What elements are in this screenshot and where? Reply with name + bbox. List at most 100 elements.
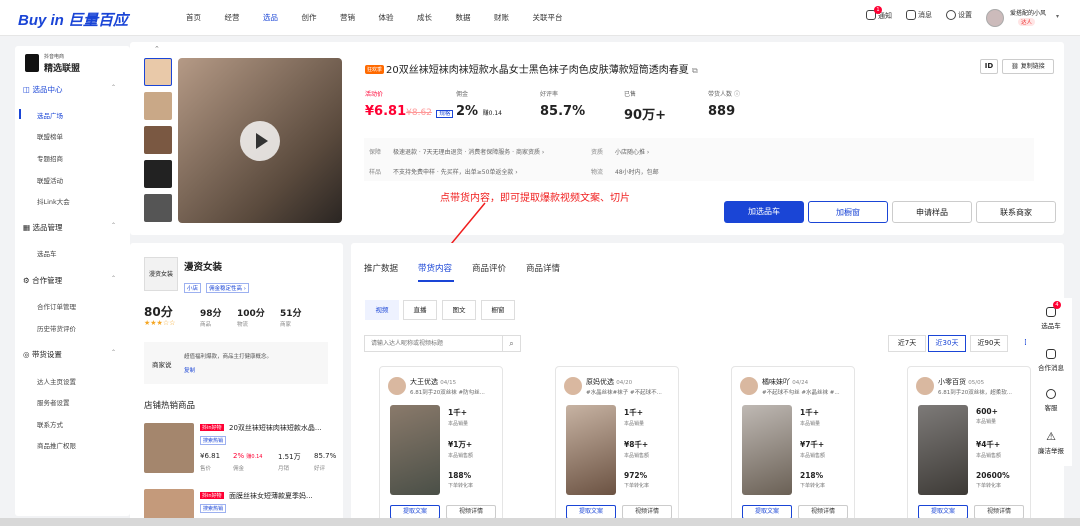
extract-copy-button[interactable]: 提取文案: [566, 505, 616, 519]
thumbnail[interactable]: [144, 194, 172, 222]
sidebar-item-service-settings[interactable]: 服务者设置: [37, 397, 70, 407]
logo[interactable]: Buy in 巨量百应: [18, 9, 128, 30]
subtab-video[interactable]: 视频: [365, 300, 399, 320]
tab-product-details[interactable]: 商品详情: [526, 262, 560, 274]
chevron-up-icon[interactable]: ⌃: [111, 275, 116, 282]
sidebar-item-promotion-permission[interactable]: 商品推广权限: [37, 440, 76, 450]
creator-name[interactable]: 原妈优选: [586, 378, 614, 386]
add-to-cart-button[interactable]: 加选品车: [724, 201, 804, 223]
tab-selling-content[interactable]: 带货内容: [418, 262, 452, 274]
nav-item-platforms[interactable]: 关联平台: [533, 0, 572, 36]
sample-text[interactable]: 不支持免费申样 · 先买样，出单≥50单返全款 ›: [393, 167, 518, 176]
creator-name[interactable]: 橘味妹吖: [762, 378, 790, 386]
product-video[interactable]: [178, 58, 342, 223]
rail-cooperation-messages[interactable]: 合作消息: [1035, 349, 1067, 372]
range-30d[interactable]: 近30天: [928, 335, 966, 352]
shop-tag[interactable]: 佣金稳定性高 ›: [206, 283, 249, 293]
qualification-text[interactable]: 小店随心推 ›: [615, 147, 649, 156]
avatar[interactable]: [916, 377, 934, 395]
thumbnail[interactable]: [144, 92, 172, 120]
avatar[interactable]: [740, 377, 758, 395]
video-details-button[interactable]: 视频详情: [622, 505, 672, 519]
subtab-window[interactable]: 橱窗: [481, 300, 515, 320]
chevron-up-icon[interactable]: ⌃: [111, 84, 116, 91]
avatar[interactable]: [564, 377, 582, 395]
hot-product-image[interactable]: [144, 423, 194, 473]
video-details-button[interactable]: 视频详情: [798, 505, 848, 519]
request-sample-button[interactable]: 申请样品: [892, 201, 972, 223]
nav-item-growth[interactable]: 成长: [417, 0, 456, 36]
sidebar-item-rankings[interactable]: 联盟榜单: [37, 131, 63, 141]
extract-copy-button[interactable]: 提取文案: [918, 505, 968, 519]
shop-name[interactable]: 漫资女装: [184, 259, 222, 273]
video-card[interactable]: 大王优选 04/15 6.81到手20双丝袜 #防勾丝... 1千+ 本品销量 ¥…: [379, 366, 503, 526]
guarantee-text[interactable]: 极速退款 · 7天无理由退货 · 消费者保障服务 · 商家资质 ›: [393, 147, 544, 156]
nav-item-business[interactable]: 经营: [225, 0, 264, 36]
play-icon[interactable]: [240, 121, 280, 161]
contact-merchant-button[interactable]: 联系商家: [976, 201, 1056, 223]
copy-link-button[interactable]: ⛓ 复制链接: [1002, 59, 1054, 74]
search-icon[interactable]: ⌕: [502, 336, 520, 351]
sidebar-group-settings[interactable]: ◎ 带货设置: [23, 349, 62, 360]
sidebar-item-activities[interactable]: 联盟活动: [37, 175, 63, 185]
id-button[interactable]: ID: [980, 59, 998, 74]
copy-link[interactable]: 复制: [184, 366, 195, 374]
nav-item-finance[interactable]: 财账: [494, 0, 533, 36]
thumbnail[interactable]: [144, 160, 172, 188]
thumbnail[interactable]: [144, 58, 172, 86]
rail-selection-cart[interactable]: 选品车 4: [1035, 301, 1067, 330]
notify-button[interactable]: 1 通知: [866, 6, 892, 22]
sidebar-group-cooperation[interactable]: ⚙ 合作管理: [23, 275, 62, 286]
creator-name[interactable]: 大王优选: [410, 378, 438, 386]
video-thumbnail[interactable]: [742, 405, 792, 495]
video-thumbnail[interactable]: [566, 405, 616, 495]
thumb-scroll-up-icon[interactable]: ⌃: [154, 45, 160, 53]
search-input[interactable]: [365, 336, 501, 351]
tab-product-reviews[interactable]: 商品评价: [472, 262, 506, 274]
thumbnail[interactable]: [144, 126, 172, 154]
sidebar-group-selection-manage[interactable]: ▦ 选品管理: [23, 222, 62, 233]
nav-item-create[interactable]: 创作: [302, 0, 341, 36]
sidebar-item-profile-settings[interactable]: 达人主页设置: [37, 376, 76, 386]
grid-view-icon[interactable]: ⁞: [1024, 338, 1027, 348]
sidebar-item-orders[interactable]: 合作订单管理: [37, 301, 76, 311]
sidebar-item-topics[interactable]: 专题招商: [37, 153, 63, 163]
sidebar-item-history-reviews[interactable]: 历史带货评价: [37, 323, 76, 333]
rail-integrity-report[interactable]: ⚠ 廉洁举报: [1035, 431, 1067, 456]
price-info-tag[interactable]: 规格: [436, 110, 454, 118]
extract-copy-button[interactable]: 提取文案: [390, 505, 440, 519]
avatar[interactable]: [388, 377, 406, 395]
video-card[interactable]: 原妈优选 04/20 #水晶丝袜#袜子 #不起球不... 1千+ 本品销量 ¥8千…: [555, 366, 679, 526]
copy-icon[interactable]: ⧉: [692, 66, 698, 75]
user-name[interactable]: 爱搭配的小风: [1010, 8, 1046, 17]
rail-customer-service[interactable]: 客服: [1035, 389, 1067, 412]
hot-product-title[interactable]: 面膜丝袜女短薄款夏季妈...: [229, 491, 313, 501]
video-thumbnail[interactable]: [390, 405, 440, 495]
chevron-up-icon[interactable]: ⌃: [111, 349, 116, 356]
sidebar-group-selection-center[interactable]: ◫ 选品中心: [23, 84, 62, 95]
settings-button[interactable]: 设置: [946, 10, 972, 20]
sidebar-item-selection-square[interactable]: 选品广场: [37, 110, 63, 120]
video-thumbnail[interactable]: [918, 405, 968, 495]
nav-item-experience[interactable]: 体验: [379, 0, 418, 36]
sidebar-item-selection-cart[interactable]: 选品车: [37, 248, 57, 258]
nav-item-selection[interactable]: 选品: [263, 0, 302, 36]
subtab-live[interactable]: 直播: [403, 300, 437, 320]
range-90d[interactable]: 近90天: [970, 335, 1008, 352]
tab-promotion-data[interactable]: 推广数据: [364, 262, 398, 274]
add-to-window-button[interactable]: 加橱窗: [808, 201, 888, 223]
hot-product-title[interactable]: 20双丝袜短袜肉袜短款水晶...: [229, 423, 322, 433]
chevron-down-icon[interactable]: ▾: [1056, 13, 1059, 20]
chevron-up-icon[interactable]: ⌃: [111, 222, 116, 229]
avatar[interactable]: [986, 9, 1004, 27]
nav-item-home[interactable]: 首页: [186, 0, 225, 36]
video-card[interactable]: 小零百货 05/05 6.81到手20双丝袜，超柔软... 600+ 本品销量 ¥…: [907, 366, 1031, 526]
info-icon[interactable]: ⓘ: [734, 91, 740, 98]
video-details-button[interactable]: 视频详情: [974, 505, 1024, 519]
message-button[interactable]: 消息: [906, 10, 932, 20]
range-7d[interactable]: 近7天: [888, 335, 926, 352]
nav-item-data[interactable]: 数据: [456, 0, 495, 36]
sidebar-item-contact[interactable]: 联系方式: [37, 419, 63, 429]
sidebar-item-link-conference[interactable]: 抖Link大会: [37, 196, 70, 206]
extract-copy-button[interactable]: 提取文案: [742, 505, 792, 519]
